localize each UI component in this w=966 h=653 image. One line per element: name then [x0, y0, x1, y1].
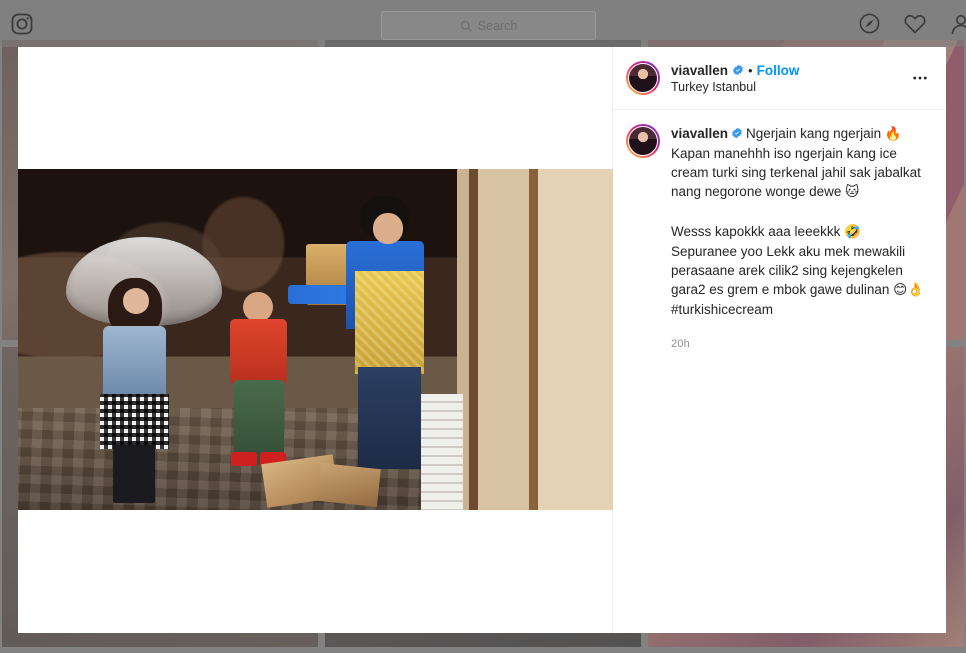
- ok-hand-emoji: 👌: [907, 282, 925, 299]
- instagram-camera-icon[interactable]: [6, 8, 38, 40]
- search-icon: [460, 20, 472, 32]
- top-navigation-bar: Search: [0, 0, 966, 47]
- caption-area: viavallen Ngerjain kang ngerjain 🔥 Kapan …: [613, 110, 945, 633]
- cat-emoji: 🐱: [845, 184, 860, 201]
- avatar[interactable]: [626, 61, 660, 95]
- post-media-column: [18, 47, 613, 633]
- header-separator: •: [748, 62, 753, 78]
- navbar-icon-group: [856, 0, 966, 47]
- more-options-icon[interactable]: [907, 65, 933, 91]
- post-photo: [18, 169, 613, 510]
- search-placeholder-text: Search: [477, 18, 518, 33]
- caption-line-1: Ngerjain kang ngerjain: [746, 126, 882, 141]
- rofl-emoji: 🤣: [844, 223, 861, 240]
- post-location[interactable]: Turkey Istanbul: [671, 80, 907, 94]
- verified-badge-icon: [731, 127, 743, 139]
- verified-badge-icon: [732, 64, 744, 76]
- caption-line-2: Kapan manehhh iso ngerjain kang ice crea…: [671, 146, 921, 200]
- caption-row: viavallen Ngerjain kang ngerjain 🔥 Kapan …: [626, 124, 932, 352]
- fire-emoji: 🔥: [884, 126, 902, 142]
- post-modal: viavallen • Follow Turkey Istanbul viava…: [18, 47, 946, 633]
- explore-compass-icon[interactable]: [856, 11, 882, 37]
- activity-heart-icon[interactable]: [902, 11, 928, 37]
- caption-username[interactable]: viavallen: [671, 126, 728, 141]
- follow-button[interactable]: Follow: [757, 63, 800, 78]
- smiling-emoji: 😊: [893, 282, 908, 299]
- post-sidebar: viavallen • Follow Turkey Istanbul viava…: [613, 47, 945, 633]
- search-input[interactable]: Search: [381, 11, 596, 40]
- caption-text: viavallen Ngerjain kang ngerjain 🔥 Kapan …: [671, 124, 932, 352]
- caption-avatar[interactable]: [626, 124, 660, 158]
- profile-person-icon[interactable]: [948, 11, 966, 37]
- caption-hashtag[interactable]: #turkishicecream: [671, 302, 773, 317]
- post-header: viavallen • Follow Turkey Istanbul: [613, 47, 945, 110]
- instagram-app: Search viavallen • Follow Turkey Istanbu…: [0, 0, 966, 653]
- caption-line-4: Sepuranee yoo Lekk aku mek mewakili pera…: [671, 243, 906, 298]
- post-timestamp: 20h: [671, 337, 690, 350]
- post-media[interactable]: [18, 169, 613, 510]
- caption-line-3: Wesss kapokkk aaa leeekkk: [671, 223, 841, 239]
- post-author-username[interactable]: viavallen: [671, 63, 728, 78]
